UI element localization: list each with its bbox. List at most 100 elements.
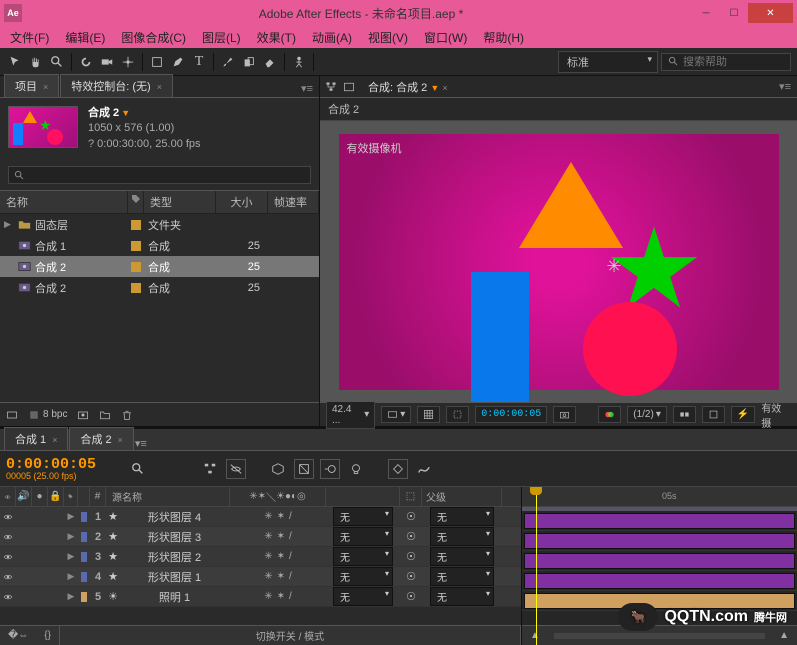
project-item[interactable]: ▶固态层文件夹 <box>0 214 319 235</box>
label-swatch[interactable] <box>131 220 141 230</box>
comp-flowchart-icon[interactable] <box>324 80 338 94</box>
label-swatch[interactable] <box>131 262 141 272</box>
selection-tool-icon[interactable] <box>6 53 24 71</box>
layer-label-swatch[interactable] <box>78 552 90 562</box>
expand-layer-icon[interactable]: ▶ <box>64 511 78 522</box>
viewer-stereo-icon[interactable] <box>673 406 696 423</box>
workspace-dropdown[interactable]: 标准 <box>558 51 658 73</box>
composition-viewer[interactable]: 有效摄像机 ✳ <box>320 121 797 402</box>
pixel-aspect-icon[interactable] <box>702 406 725 423</box>
comp-breadcrumb[interactable]: 合成 2 <box>320 98 797 121</box>
viewer-timecode[interactable]: 0:00:00:05 <box>475 406 547 423</box>
layer-bars[interactable] <box>522 511 797 611</box>
blend-mode-dropdown[interactable]: 无 <box>326 587 400 606</box>
track-matte-toggle[interactable]: ☉ <box>400 550 422 563</box>
layer-label-swatch[interactable] <box>78 592 90 602</box>
layer-duration-bar[interactable] <box>524 553 795 569</box>
blend-mode-dropdown[interactable]: 无 <box>326 527 400 546</box>
layer-label-swatch[interactable] <box>78 532 90 542</box>
views-dropdown[interactable]: (1/2) ▾ <box>627 406 667 423</box>
layer-switches[interactable]: ✳✶/ <box>230 571 326 582</box>
close-icon[interactable]: × <box>43 82 48 92</box>
zoom-in-icon[interactable]: ▲ <box>771 630 797 641</box>
project-item[interactable]: 合成 1合成25 <box>0 235 319 256</box>
layer-name[interactable]: 形状图层 4 <box>120 509 230 525</box>
playhead-grip-icon[interactable] <box>530 487 542 495</box>
anchor-tool-icon[interactable] <box>119 53 137 71</box>
new-folder-icon[interactable] <box>99 409 111 421</box>
circle-shape[interactable] <box>583 302 677 396</box>
timeline-ruler[interactable]: 05s <box>522 487 797 507</box>
layer-row[interactable]: ▶1★形状图层 4✳✶/无☉无 <box>0 507 521 527</box>
triangle-shape[interactable] <box>519 162 623 248</box>
puppet-tool-icon[interactable] <box>290 53 308 71</box>
layer-bar-row[interactable] <box>522 511 797 531</box>
toggle-switches-label[interactable]: 切换开关 / 模式 <box>59 626 521 645</box>
mask-toggle-icon[interactable] <box>446 406 469 423</box>
hand-tool-icon[interactable] <box>27 53 45 71</box>
timeline-timecode[interactable]: 0:00:00:05 <box>6 457 96 472</box>
menu-effect[interactable]: 效果(T) <box>251 27 302 48</box>
fast-preview-icon[interactable]: ⚡ <box>731 406 755 423</box>
col-label-icon[interactable] <box>64 487 78 506</box>
tab-effect-controls[interactable]: 特效控制台: (无)× <box>60 74 173 97</box>
project-search-input[interactable] <box>29 169 305 181</box>
track-matte-toggle[interactable]: ☉ <box>400 530 422 543</box>
interpret-footage-icon[interactable] <box>6 409 18 421</box>
visibility-toggle-icon[interactable] <box>0 551 16 563</box>
blend-mode-dropdown[interactable]: 无 <box>326 567 400 586</box>
grid-toggle-icon[interactable] <box>417 406 440 423</box>
col-lock-icon[interactable]: 🔒 <box>48 487 64 506</box>
maximize-button[interactable]: ☐ <box>720 3 748 23</box>
comp-mini-flowchart-icon[interactable] <box>200 459 220 479</box>
layer-bar-row[interactable] <box>522 551 797 571</box>
layer-row[interactable]: ▶4★形状图层 1✳✶/无☉无 <box>0 567 521 587</box>
layer-label-swatch[interactable] <box>78 512 90 522</box>
layer-name[interactable]: 形状图层 2 <box>120 549 230 565</box>
col-type[interactable]: 类型 <box>144 191 216 213</box>
toggle-switches-icon[interactable]: �⇔ <box>0 630 36 641</box>
parent-dropdown[interactable]: 无 <box>422 587 502 606</box>
rotate-tool-icon[interactable] <box>77 53 95 71</box>
help-search-input[interactable] <box>683 56 783 68</box>
visibility-toggle-icon[interactable] <box>0 531 16 543</box>
composition-canvas[interactable]: 有效摄像机 ✳ <box>339 134 779 390</box>
col-name[interactable]: 名称 <box>0 191 128 213</box>
col-trackmatte-icon[interactable]: ⬚ <box>400 487 422 506</box>
minimize-button[interactable]: ─ <box>692 3 720 23</box>
close-icon[interactable]: × <box>118 435 123 445</box>
brainstorm-icon[interactable] <box>346 459 366 479</box>
help-search[interactable] <box>661 53 791 71</box>
col-label-icon[interactable] <box>128 191 144 213</box>
chevron-down-icon[interactable]: ▼ <box>430 83 439 93</box>
layer-label-swatch[interactable] <box>78 572 90 582</box>
expand-icon[interactable]: {} <box>36 630 59 641</box>
clone-tool-icon[interactable] <box>240 53 258 71</box>
project-search[interactable] <box>8 166 311 184</box>
parent-dropdown[interactable]: 无 <box>422 567 502 586</box>
track-matte-toggle[interactable]: ☉ <box>400 570 422 583</box>
chevron-down-icon[interactable]: ▼ <box>121 108 130 118</box>
visibility-toggle-icon[interactable] <box>0 511 16 523</box>
panel-menu-icon[interactable]: ▾≡ <box>295 80 319 97</box>
layer-switches[interactable]: ✳✶/ <box>230 511 326 522</box>
layer-duration-bar[interactable] <box>524 513 795 529</box>
col-visibility-icon[interactable] <box>0 487 16 506</box>
layer-duration-bar[interactable] <box>524 533 795 549</box>
layer-name[interactable]: 形状图层 1 <box>120 569 230 585</box>
visibility-toggle-icon[interactable] <box>0 591 16 603</box>
layer-bar-row[interactable] <box>522 531 797 551</box>
layer-bar-row[interactable] <box>522 571 797 591</box>
playhead[interactable] <box>536 487 537 645</box>
motion-blur-icon[interactable] <box>320 459 340 479</box>
frame-blend-icon[interactable] <box>294 459 314 479</box>
timeline-zoom-slider[interactable] <box>554 633 765 639</box>
project-item-list[interactable]: ▶固态层文件夹合成 1合成25合成 2合成25合成 2合成25 <box>0 214 319 402</box>
camera-tool-icon[interactable] <box>98 53 116 71</box>
comp-icon[interactable] <box>342 80 356 94</box>
layer-row[interactable]: ▶5☀照明 1✳✶/无☉无 <box>0 587 521 607</box>
layer-duration-bar[interactable] <box>524 573 795 589</box>
auto-keyframe-icon[interactable] <box>388 459 408 479</box>
menu-composition[interactable]: 图像合成(C) <box>115 27 192 48</box>
zoom-out-icon[interactable]: ▲ <box>522 630 548 641</box>
